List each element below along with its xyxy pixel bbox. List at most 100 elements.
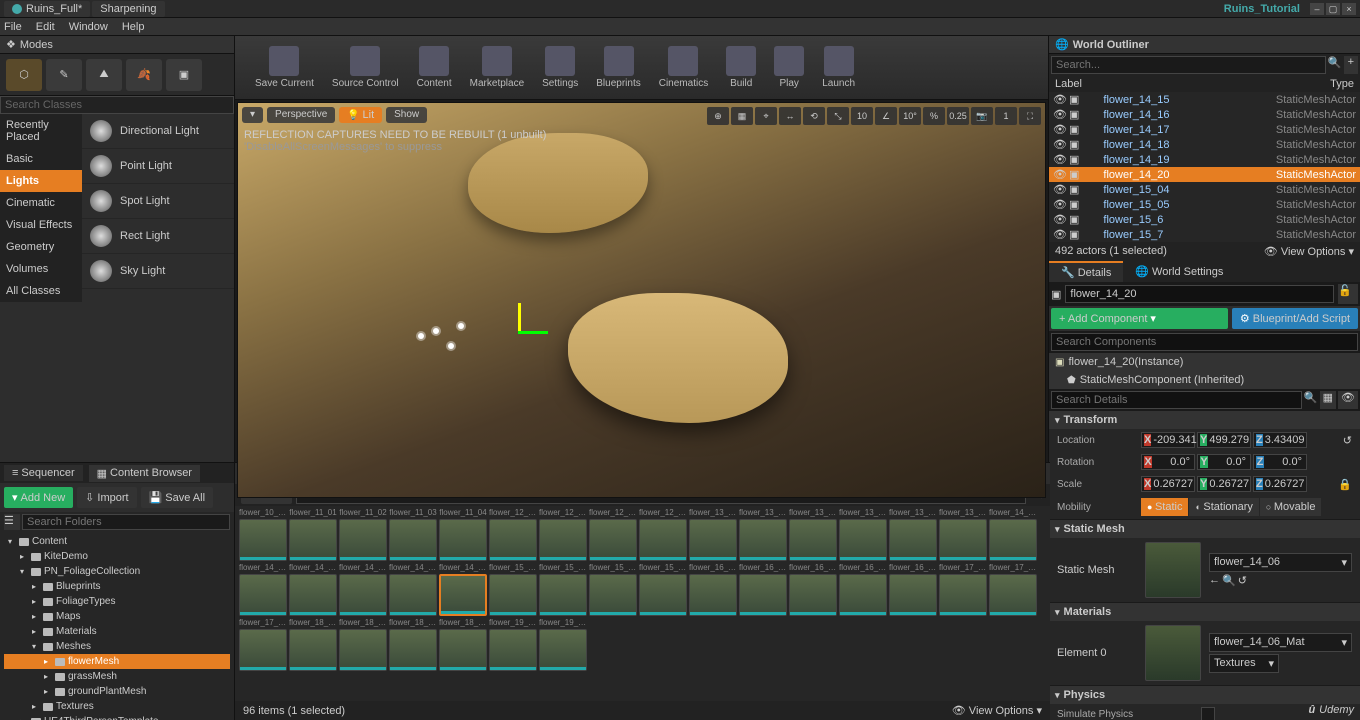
light-item-directional-light[interactable]: Directional Light [82,114,234,149]
asset-item[interactable]: flower_18_04 [439,618,487,671]
close-button[interactable]: × [1342,3,1356,15]
asset-item[interactable]: flower_16_01 [689,563,737,616]
asset-item[interactable]: flower_14_01 [989,508,1037,561]
vp-camspeed[interactable]: 1 [995,107,1017,125]
asset-thumbnail[interactable] [689,574,737,616]
asset-item[interactable]: flower_11_03 [389,508,437,561]
light-item-point-light[interactable]: Point Light [82,149,234,184]
asset-item[interactable]: flower_11_04 [439,508,487,561]
visibility-icon[interactable]: 👁 [1053,183,1065,196]
asset-item[interactable]: flower_14_05 [389,563,437,616]
use-selected-icon[interactable]: ← [1209,574,1220,587]
asset-thumbnail[interactable] [439,629,487,671]
asset-thumbnail[interactable] [639,519,687,561]
textures-dropdown[interactable]: Textures▾ [1209,654,1279,673]
asset-thumbnail[interactable] [339,574,387,616]
asset-item[interactable]: flower_18_01 [289,618,337,671]
category-geometry[interactable]: Geometry [0,236,82,258]
asset-thumbnail[interactable] [589,519,637,561]
asset-thumbnail[interactable] [339,519,387,561]
vp-scalesnap[interactable]: 0.25 [947,107,969,125]
asset-item[interactable]: flower_14_06 [439,563,487,616]
scale-x[interactable]: X0.26727 [1141,476,1195,492]
material-dropdown[interactable]: flower_14_06_Mat▾ [1209,633,1352,652]
asset-thumbnail[interactable] [489,574,537,616]
vp-snap-grid-icon[interactable]: ▦ [731,107,753,125]
light-item-spot-light[interactable]: Spot Light [82,184,234,219]
asset-item[interactable]: flower_13_07 [939,508,987,561]
toolbar-blueprints[interactable]: Blueprints [596,46,640,89]
asset-item[interactable]: flower_15_03 [589,563,637,616]
asset-item[interactable]: flower_17_02 [989,563,1037,616]
asset-item[interactable]: flower_15_02 [539,563,587,616]
asset-thumbnail[interactable] [589,574,637,616]
landscape-mode-button[interactable]: ⛰ [86,59,122,91]
visibility-icon[interactable]: 👁 [1053,93,1065,106]
asset-thumbnail[interactable] [789,574,837,616]
vp-rotate-icon[interactable]: ⟲ [803,107,825,125]
folder-flowermesh[interactable]: flowerMesh [4,654,230,669]
vp-anglesnap[interactable]: 10° [899,107,921,125]
visibility-icon[interactable]: 👁 [1053,168,1065,181]
asset-thumbnail[interactable] [789,519,837,561]
folder-search-input[interactable] [22,514,230,530]
folder-pn_foliagecollection[interactable]: PN_FoliageCollection [4,564,230,579]
asset-thumbnail[interactable] [939,574,987,616]
asset-item[interactable]: flower_11_01 [289,508,337,561]
material-thumbnail[interactable] [1145,625,1201,681]
tab-world-settings[interactable]: 🌐 World Settings [1123,261,1235,282]
asset-item[interactable]: flower_19_02 [539,618,587,671]
asset-thumbnail[interactable] [739,519,787,561]
vp-translate-icon[interactable]: ↔ [779,107,801,125]
import-button[interactable]: ⇩ Import [77,487,136,508]
asset-item[interactable]: flower_13_06 [889,508,937,561]
folder-ue4thirdpersontemplate[interactable]: UE4ThirdPersonTemplate [4,714,230,720]
location-y[interactable]: Y499.279 [1197,432,1251,448]
visibility-icon[interactable]: 👁 [1053,153,1065,166]
asset-item[interactable]: flower_16_02 [739,563,787,616]
outliner-row[interactable]: 👁▣flower_14_15StaticMeshActor [1049,92,1360,107]
add-component-button[interactable]: + Add Component ▾ [1051,308,1228,329]
menu-help[interactable]: Help [122,21,145,33]
outliner-row[interactable]: 👁▣flower_15_05StaticMeshActor [1049,197,1360,212]
asset-thumbnail[interactable] [239,629,287,671]
asset-item[interactable]: flower_19_01 [489,618,537,671]
vp-perspective-button[interactable]: Perspective [267,107,335,123]
asset-item[interactable]: flower_17_01 [939,563,987,616]
vp-gridsnap[interactable]: 10 [851,107,873,125]
mobility-stationary[interactable]: ◐ Stationary [1189,498,1258,516]
menu-edit[interactable]: Edit [36,21,55,33]
asset-thumbnail[interactable] [339,629,387,671]
asset-thumbnail[interactable] [739,574,787,616]
asset-item[interactable]: flower_16_03 [789,563,837,616]
folder-content[interactable]: Content [4,534,230,549]
category-cinematic[interactable]: Cinematic [0,192,82,214]
visibility-icon[interactable]: 👁 [1053,198,1065,211]
asset-thumbnail[interactable] [439,519,487,561]
col-label[interactable]: Label [1055,78,1254,90]
rotation-z[interactable]: Z0.0° [1253,454,1307,470]
asset-thumbnail[interactable] [289,574,337,616]
outliner-view-options[interactable]: 👁 View Options ▾ [1264,245,1354,258]
folder-options-icon[interactable]: ☰ [4,514,20,530]
blueprint-button[interactable]: ⚙ Blueprint/Add Script [1232,308,1358,329]
foliage-mode-button[interactable]: 🍂 [126,59,162,91]
vp-show-button[interactable]: Show [386,107,427,123]
section-static-mesh[interactable]: Static Mesh [1049,520,1360,538]
folder-grassmesh[interactable]: grassMesh [4,669,230,684]
asset-thumbnail[interactable] [289,519,337,561]
menu-window[interactable]: Window [69,21,108,33]
sequencer-tab[interactable]: ≡ Sequencer [4,465,83,481]
asset-thumbnail[interactable] [689,519,737,561]
outliner-row[interactable]: 👁▣flower_14_19StaticMeshActor [1049,152,1360,167]
vp-snap-surface-icon[interactable]: ⌖ [755,107,777,125]
browse-icon[interactable]: 🔍 [1222,574,1236,587]
asset-item[interactable]: flower_18_03 [389,618,437,671]
vp-camspeed-icon[interactable]: 📷 [971,107,993,125]
category-all-classes[interactable]: All Classes [0,280,82,302]
visibility-icon[interactable]: 👁 [1053,123,1065,136]
lock-icon[interactable]: 🔓 [1338,284,1358,304]
asset-item[interactable]: flower_18_02 [339,618,387,671]
visibility-icon[interactable]: 👁 [1053,213,1065,226]
toolbar-content[interactable]: Content [417,46,452,89]
